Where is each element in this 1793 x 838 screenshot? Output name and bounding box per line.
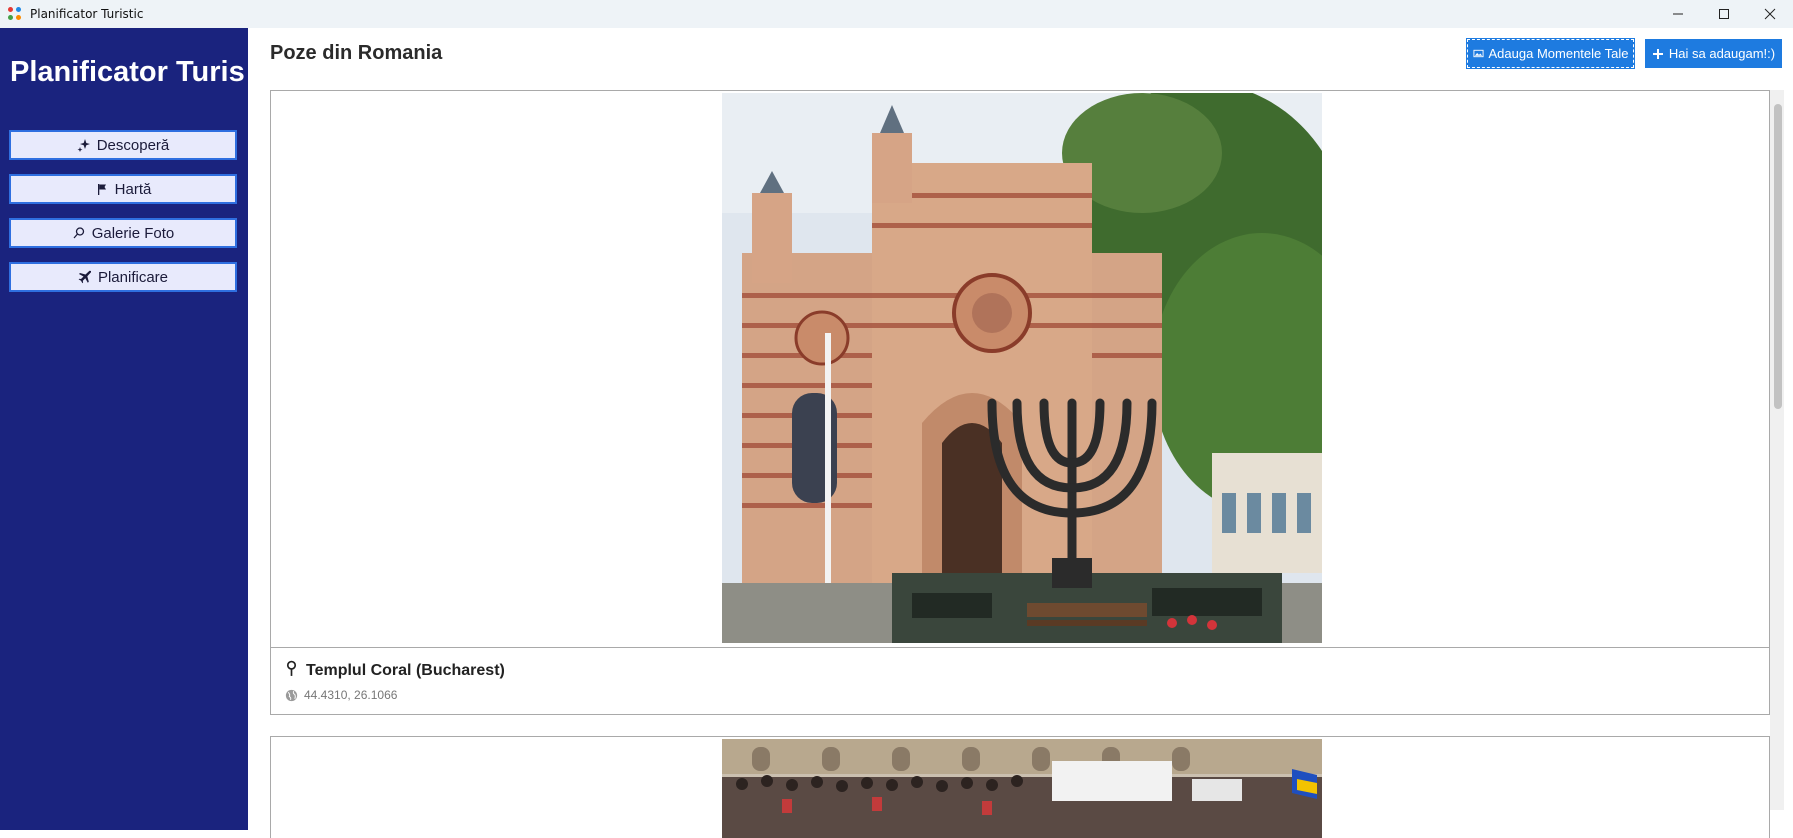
sidebar-item-descopera[interactable]: Descoperă <box>9 130 237 160</box>
minimize-icon <box>1673 13 1683 15</box>
coordinates-text: 44.4310, 26.1066 <box>304 688 398 702</box>
search-icon <box>72 226 86 240</box>
sidebar-item-planificare[interactable]: Planificare <box>9 262 237 292</box>
card-divider <box>271 647 1769 648</box>
window-titlebar: Planificator Turistic <box>0 0 1793 28</box>
sidebar-item-galerie-foto[interactable]: Galerie Foto <box>9 218 237 248</box>
synagogue-photo-image <box>722 93 1322 643</box>
scrollbar-thumb[interactable] <box>1774 104 1782 409</box>
add-label: Hai sa adaugam!:) <box>1668 46 1776 61</box>
page-title: Poze din Romania <box>270 42 443 64</box>
sidebar: Planificator Turis Descoperă Hartă Galer… <box>0 28 248 830</box>
sparkles-icon <box>77 138 91 152</box>
add-moments-button[interactable]: Adauga Momentele Tale <box>1466 38 1635 69</box>
minimize-button[interactable] <box>1655 0 1701 28</box>
coordinates-row: 44.4310, 26.1066 <box>285 688 397 702</box>
add-moments-label: Adauga Momentele Tale <box>1488 46 1629 61</box>
image-icon <box>1472 48 1484 59</box>
sidebar-item-label: Planificare <box>97 268 169 286</box>
window-title: Planificator Turistic <box>30 7 144 21</box>
location-name: Templul Coral (Bucharest) <box>306 662 505 679</box>
add-button[interactable]: Hai sa adaugam!:) <box>1645 39 1782 68</box>
gallery-list[interactable]: Templul Coral (Bucharest) 44.4310, 26.10… <box>270 90 1793 838</box>
close-button[interactable] <box>1747 0 1793 28</box>
sidebar-item-label: Galerie Foto <box>91 224 175 242</box>
app-brand: Planificator Turis <box>10 56 245 88</box>
sidebar-item-harta[interactable]: Hartă <box>9 174 237 204</box>
sidebar-item-label: Hartă <box>114 180 152 198</box>
app-icon <box>8 7 22 21</box>
crowd-photo-image <box>722 739 1322 838</box>
crowd-photo <box>722 739 1322 838</box>
maximize-button[interactable] <box>1701 0 1747 28</box>
map-pin-icon <box>285 660 298 682</box>
plus-icon <box>1652 48 1664 60</box>
maximize-icon <box>1719 9 1729 19</box>
synagogue-photo <box>722 93 1322 643</box>
location-row: Templul Coral (Bucharest) <box>285 660 505 682</box>
globe-icon <box>285 689 298 702</box>
close-icon <box>1764 8 1776 20</box>
sidebar-item-label: Descoperă <box>96 136 170 154</box>
airplane-icon <box>78 270 92 284</box>
photo-card <box>270 736 1770 838</box>
photo-card: Templul Coral (Bucharest) 44.4310, 26.10… <box>270 90 1770 715</box>
vertical-scrollbar[interactable] <box>1770 90 1784 810</box>
flag-icon <box>95 182 109 196</box>
main-content: Poze din Romania Adauga Momentele Tale H… <box>248 28 1793 838</box>
